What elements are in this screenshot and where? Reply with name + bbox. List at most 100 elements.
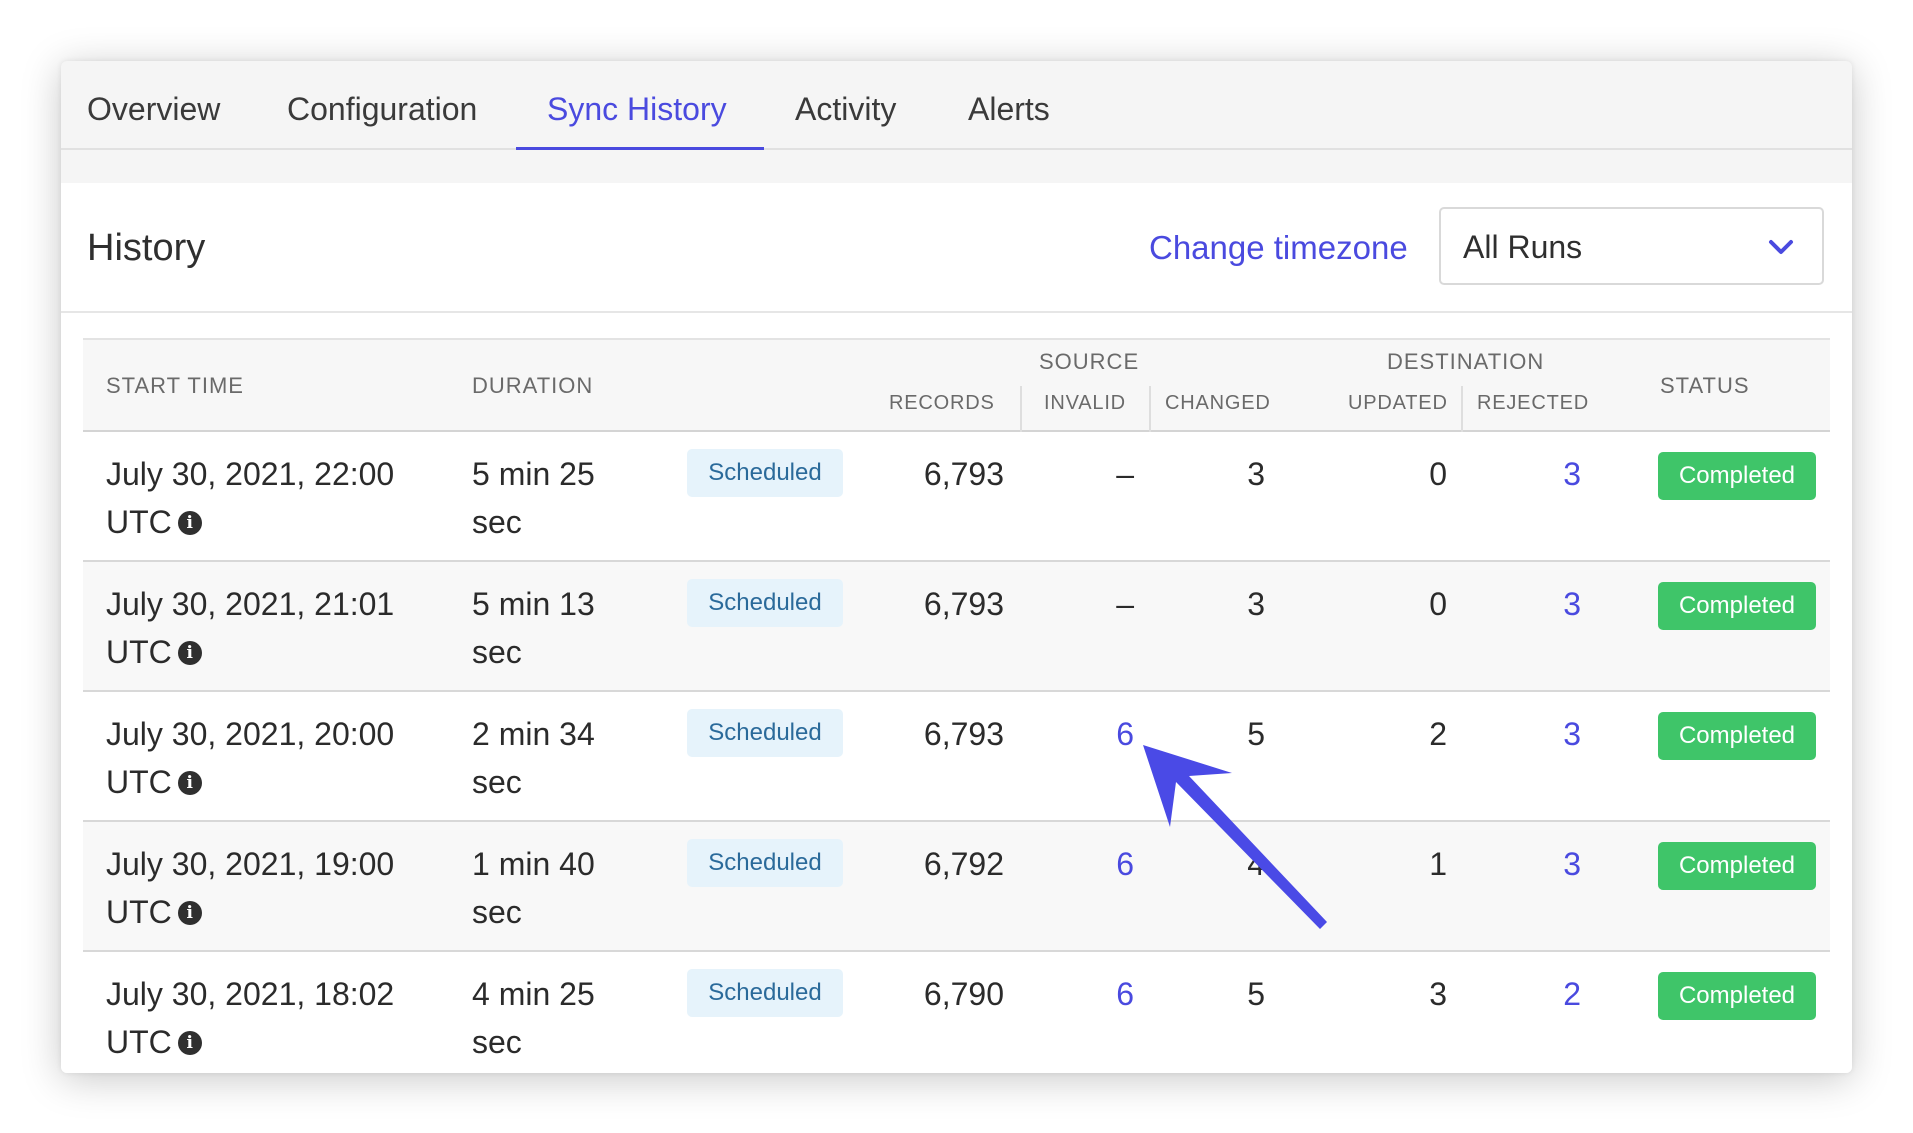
timezone-label: UTC [106, 634, 172, 670]
status-badge: Completed [1658, 582, 1816, 630]
status-badge: Completed [1658, 712, 1816, 760]
duration: 5 min 25 [472, 456, 595, 492]
status-badge: Completed [1658, 972, 1816, 1020]
duration-unit: sec [472, 634, 522, 670]
table-row[interactable]: July 30, 2021, 19:00 UTC i 1 min 40 sec S… [83, 822, 1830, 952]
updated-count: 0 [1429, 586, 1447, 622]
rejected-count-link[interactable]: 3 [1563, 456, 1581, 493]
start-timezone: UTC i [106, 504, 202, 541]
col-status[interactable]: STATUS [1660, 373, 1750, 399]
duration-unit: sec [472, 504, 522, 540]
records-count: 6,790 [923, 976, 1004, 1012]
duration: 2 min 34 [472, 716, 595, 752]
timezone-label: UTC [106, 764, 172, 800]
start-timezone: UTC i [106, 764, 202, 801]
col-group-source: SOURCE [1039, 349, 1140, 374]
col-changed[interactable]: CHANGED [1165, 392, 1271, 415]
records-count: 6,793 [923, 456, 1004, 492]
duration-unit: sec [472, 764, 522, 800]
table-row[interactable]: July 30, 2021, 18:02 UTC i 4 min 25 sec S… [83, 952, 1830, 1073]
chevron-down-icon [1769, 240, 1793, 254]
rejected-count-link[interactable]: 3 [1563, 846, 1581, 883]
rejected-count-link[interactable]: 3 [1563, 586, 1581, 623]
timezone-label: UTC [106, 894, 172, 930]
tab-activity[interactable]: Activity [795, 61, 896, 150]
col-updated[interactable]: UPDATED [1348, 392, 1448, 415]
table-row[interactable]: July 30, 2021, 21:01 UTC i 5 min 13 sec S… [83, 562, 1830, 692]
duration-unit: sec [472, 1024, 522, 1060]
start-timezone: UTC i [106, 1024, 202, 1061]
start-time: July 30, 2021, 20:00 [106, 716, 395, 752]
changed-count: 4 [1247, 846, 1265, 882]
duration: 5 min 13 [472, 586, 595, 622]
status-badge: Completed [1658, 842, 1816, 890]
info-circle-icon[interactable]: i [177, 770, 202, 795]
run-filter-value: All Runs [1463, 229, 1583, 265]
change-timezone-link[interactable]: Change timezone [1149, 183, 1408, 313]
info-circle-icon[interactable]: i [177, 510, 202, 535]
timezone-label: UTC [106, 1024, 172, 1060]
changed-count: 3 [1247, 586, 1265, 622]
invalid-count-link[interactable]: 6 [1116, 846, 1134, 883]
changed-count: 3 [1247, 456, 1265, 492]
trigger-badge: Scheduled [687, 839, 843, 887]
panel-header: History Change timezone All Runs [61, 183, 1852, 313]
history-table: START TIME DURATION SOURCE DESTINATION R… [83, 338, 1830, 1073]
sync-window: Overview Configuration Sync History Acti… [61, 61, 1852, 1073]
run-filter-select[interactable]: All Runs [1439, 207, 1824, 285]
invalid-count: – [1116, 586, 1134, 622]
trigger-badge: Scheduled [687, 449, 843, 497]
trigger-badge: Scheduled [687, 709, 843, 757]
column-divider [1149, 386, 1151, 432]
changed-count: 5 [1247, 976, 1265, 1012]
tab-bar: Overview Configuration Sync History Acti… [61, 61, 1852, 150]
duration-unit: sec [472, 894, 522, 930]
table-header: START TIME DURATION SOURCE DESTINATION R… [83, 338, 1830, 432]
col-group-destination: DESTINATION [1387, 349, 1545, 374]
column-divider [1461, 386, 1463, 432]
start-timezone: UTC i [106, 634, 202, 671]
duration: 1 min 40 [472, 846, 595, 882]
status-badge: Completed [1658, 452, 1816, 500]
info-circle-icon[interactable]: i [177, 640, 202, 665]
history-panel: History Change timezone All Runs START T… [61, 183, 1852, 1073]
records-count: 6,793 [923, 586, 1004, 622]
info-circle-icon[interactable]: i [177, 900, 202, 925]
info-circle-icon[interactable]: i [177, 1030, 202, 1055]
rejected-count-link[interactable]: 2 [1563, 976, 1581, 1013]
records-count: 6,792 [923, 846, 1004, 882]
column-divider [1020, 386, 1022, 432]
updated-count: 3 [1429, 976, 1447, 1012]
trigger-badge: Scheduled [687, 579, 843, 627]
invalid-count-link[interactable]: 6 [1116, 716, 1134, 753]
tab-overview[interactable]: Overview [87, 61, 220, 150]
trigger-badge: Scheduled [687, 969, 843, 1017]
col-invalid[interactable]: INVALID [1044, 392, 1126, 415]
tab-sync-history[interactable]: Sync History [547, 61, 727, 150]
col-start-time[interactable]: START TIME [106, 373, 244, 399]
tab-alerts[interactable]: Alerts [968, 61, 1050, 150]
invalid-count-link[interactable]: 6 [1116, 976, 1134, 1013]
timezone-label: UTC [106, 504, 172, 540]
duration: 4 min 25 [472, 976, 595, 1012]
updated-count: 2 [1429, 716, 1447, 752]
invalid-count: – [1116, 456, 1134, 492]
changed-count: 5 [1247, 716, 1265, 752]
tab-configuration[interactable]: Configuration [287, 61, 477, 150]
start-time: July 30, 2021, 18:02 [106, 976, 395, 1012]
col-rejected[interactable]: REJECTED [1477, 392, 1589, 415]
start-time: July 30, 2021, 21:01 [106, 586, 395, 622]
start-time: July 30, 2021, 22:00 [106, 456, 395, 492]
updated-count: 0 [1429, 456, 1447, 492]
table-row[interactable]: July 30, 2021, 22:00 UTC i 5 min 25 sec S… [83, 432, 1830, 562]
updated-count: 1 [1429, 846, 1447, 882]
page-title: History [87, 227, 206, 269]
start-time: July 30, 2021, 19:00 [106, 846, 395, 882]
rejected-count-link[interactable]: 3 [1563, 716, 1581, 753]
start-timezone: UTC i [106, 894, 202, 931]
records-count: 6,793 [923, 716, 1004, 752]
col-records[interactable]: RECORDS [889, 392, 995, 415]
table-row[interactable]: July 30, 2021, 20:00 UTC i 2 min 34 sec S… [83, 692, 1830, 822]
active-tab-indicator [516, 147, 764, 150]
col-duration[interactable]: DURATION [472, 373, 593, 399]
